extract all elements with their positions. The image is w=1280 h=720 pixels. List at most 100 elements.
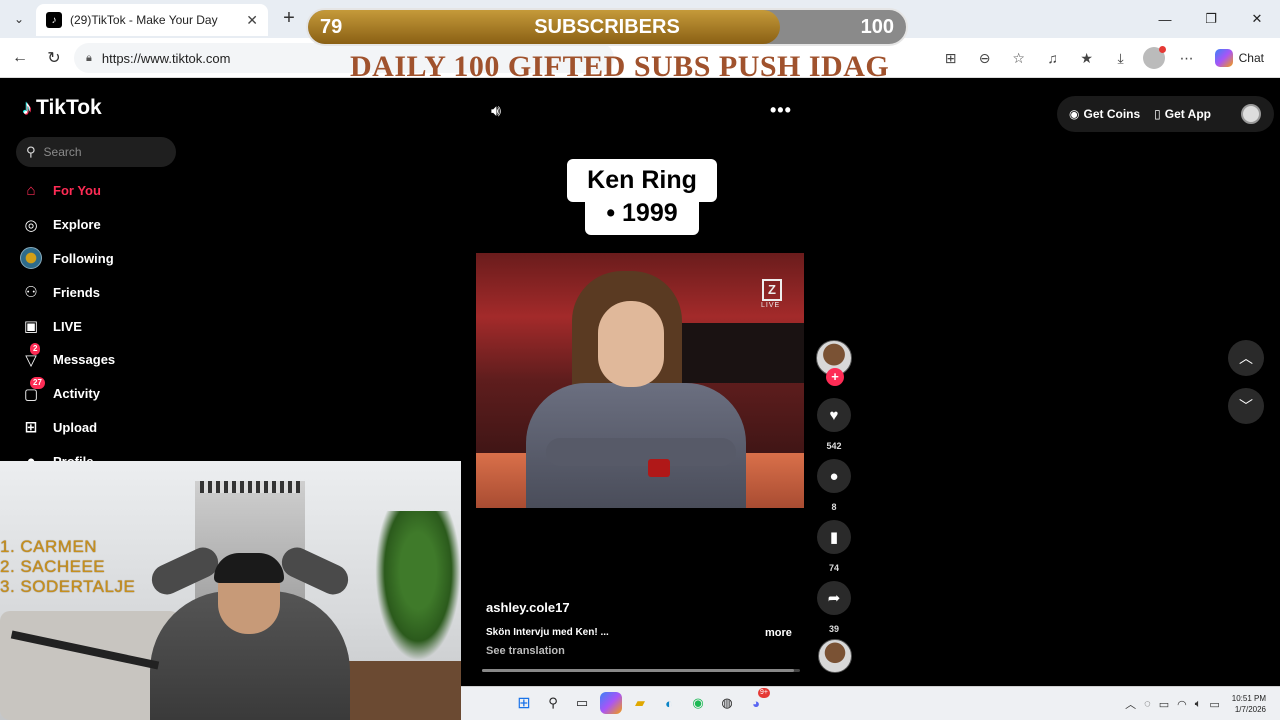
start-windows-icon[interactable]: ⊞ (513, 692, 535, 714)
discord-badge: 9+ (758, 688, 770, 698)
tray-screen-icon[interactable]: ▭ (1159, 698, 1169, 711)
share-arrow-icon[interactable]: ➦ (817, 581, 851, 615)
battery-icon[interactable]: ▭ (1209, 698, 1219, 711)
comment-icon[interactable]: ● (817, 459, 851, 493)
tiktok-logo[interactable]: ♪ TikTok (22, 96, 102, 120)
favorites-icon[interactable]: ★ (1075, 46, 1099, 70)
sidebar-item-label: Friends (53, 284, 100, 300)
spotify-icon[interactable]: ◉ (687, 692, 709, 714)
video-player[interactable]: Z LIVE (476, 253, 804, 508)
search-input[interactable] (43, 145, 154, 159)
zoom-icon[interactable]: ⊖ (973, 46, 997, 70)
sidebar-item-for-you[interactable]: ⌂ For You (20, 174, 220, 208)
sidebar-item-label: For You (53, 183, 101, 199)
task-view-icon[interactable]: ▭ (571, 692, 593, 714)
edge-browser-icon[interactable]: ◐ (658, 692, 680, 714)
webcam-vent (200, 481, 300, 493)
sidebar-item-following[interactable]: Following (20, 242, 220, 276)
video-caption-card: • 1999 Ken Ring (567, 159, 717, 237)
friends-icon: ⚇ (24, 284, 38, 302)
activity-badge: 27 (30, 376, 45, 389)
refresh-button[interactable]: ↻ (42, 46, 66, 70)
video-username[interactable]: ashley.cole17 (486, 600, 570, 615)
video-progress-fill (482, 669, 794, 672)
tray-app-icon[interactable]: ◌ (1144, 698, 1151, 710)
follow-plus-icon[interactable]: + (826, 368, 844, 386)
sidebar-item-label: Explore (53, 217, 101, 233)
browser-tab[interactable]: ♪ (29)TikTok - Make Your Day ✕ (36, 4, 268, 36)
settings-more-icon[interactable]: ⋯ (1175, 46, 1199, 70)
sidebar-item-messages[interactable]: ▽ 2 Messages (20, 342, 220, 377)
comment-action: ● 8 (816, 459, 852, 512)
messages-icon: ▽ 2 (20, 342, 42, 371)
volume-icon[interactable]: 🔊︎ (491, 103, 501, 121)
media-control-icon[interactable]: ♫ (1041, 46, 1065, 70)
live-tv-icon: ▣ (23, 318, 39, 336)
get-coins-label: Get Coins (1083, 107, 1141, 121)
tab-close-icon[interactable]: ✕ (246, 12, 258, 29)
sidebar-item-label: Messages (53, 352, 116, 368)
compass-icon: ◎ (24, 216, 38, 234)
discord-icon[interactable]: ◕ 9+ (745, 688, 770, 714)
tab-title: (29)TikTok - Make Your Day (70, 13, 218, 27)
maximize-button[interactable]: ❐ (1188, 0, 1234, 38)
minimize-button[interactable]: — (1142, 0, 1188, 38)
copilot-icon[interactable] (600, 692, 622, 714)
search-bar[interactable]: ⚲ (16, 137, 176, 167)
tray-chevron-icon[interactable]: ︿ (1125, 696, 1136, 712)
phone-icon: ▯ (1154, 107, 1161, 121)
sidebar-item-activity[interactable]: ▢ 27 Activity (20, 376, 220, 411)
system-tray: ︿ ◌ ▭ ◠ 🔈︎ ▭ 10:51 PM 1/7/2026 (1125, 692, 1266, 716)
tab-list-chevron-icon[interactable]: ⌄ (8, 8, 30, 30)
taskbar-clock[interactable]: 10:51 PM 1/7/2026 (1232, 693, 1266, 715)
channel-watermark: Z (762, 279, 782, 301)
see-translation-link[interactable]: See translation (486, 645, 565, 657)
leaderboard-entry: 2. SACHEEE (0, 557, 106, 576)
more-options-icon[interactable]: ••• (770, 100, 792, 121)
get-app-label: Get App (1164, 107, 1211, 121)
close-window-button[interactable]: ✕ (1234, 0, 1280, 38)
next-video-button[interactable]: ﹀ (1228, 388, 1264, 424)
save-action: ▮ 74 (816, 520, 852, 573)
site-info-icon[interactable]: 🔒︎ (86, 52, 92, 65)
user-avatar[interactable] (1240, 104, 1261, 124)
previous-video-button[interactable]: ︿ (1228, 340, 1264, 376)
video-progress-bar[interactable] (482, 669, 800, 672)
creator-avatar[interactable]: + (816, 340, 852, 386)
copilot-icon (1214, 49, 1233, 67)
file-explorer-icon[interactable]: ▰ (629, 692, 651, 714)
volume-icon[interactable]: 🔈︎ (1195, 698, 1202, 711)
get-app-button[interactable]: ▯ Get App (1154, 107, 1211, 121)
tiktok-note-icon: ♪ (22, 96, 32, 119)
tiktok-logo-text: TikTok (36, 96, 102, 119)
heart-icon[interactable]: ♥ (817, 398, 851, 432)
sound-creator-avatar[interactable] (818, 639, 852, 673)
webcam-feed: 1. CARMEN 2. SACHEEE 3. SODERTALJE (0, 461, 461, 720)
sidebar-item-live[interactable]: ▣ LIVE (20, 309, 220, 343)
back-button[interactable]: ← (8, 46, 32, 70)
search-icon[interactable]: ⚲ (542, 692, 564, 714)
channel-watermark-sub: LIVE (761, 302, 781, 309)
downloads-icon[interactable]: ⤓ (1109, 46, 1133, 70)
profile-avatar[interactable] (1142, 46, 1166, 69)
copilot-chat-button[interactable]: Chat (1209, 49, 1270, 67)
subscriber-goal: 100 (860, 16, 894, 38)
tiktok-favicon-icon: ♪ (46, 12, 62, 28)
tiktok-live-studio-icon[interactable]: ◍ (716, 692, 738, 714)
new-tab-button[interactable]: + (278, 8, 300, 30)
video-person-arms (546, 438, 736, 466)
sidebar-item-friends[interactable]: ⚇ Friends (20, 275, 220, 309)
webcam-plant (375, 511, 461, 661)
favorite-star-icon[interactable]: ☆ (1007, 46, 1031, 70)
get-coins-button[interactable]: ◉ Get Coins (1069, 107, 1140, 121)
clock-time: 10:51 PM (1231, 694, 1266, 703)
sidebar-item-label: Following (53, 250, 114, 266)
sidebar-item-explore[interactable]: ◎ Explore (20, 208, 220, 242)
leaderboard-entry: 1. CARMEN (0, 537, 98, 556)
wifi-icon[interactable]: ◠ (1177, 698, 1187, 711)
bookmark-icon[interactable]: ▮ (817, 520, 851, 554)
like-action: ♥ 542 (816, 398, 852, 451)
sidebar-item-upload[interactable]: ⊞ Upload (20, 411, 220, 445)
app-available-icon[interactable]: ⊞ (939, 46, 963, 70)
description-more-link[interactable]: more (765, 627, 792, 639)
